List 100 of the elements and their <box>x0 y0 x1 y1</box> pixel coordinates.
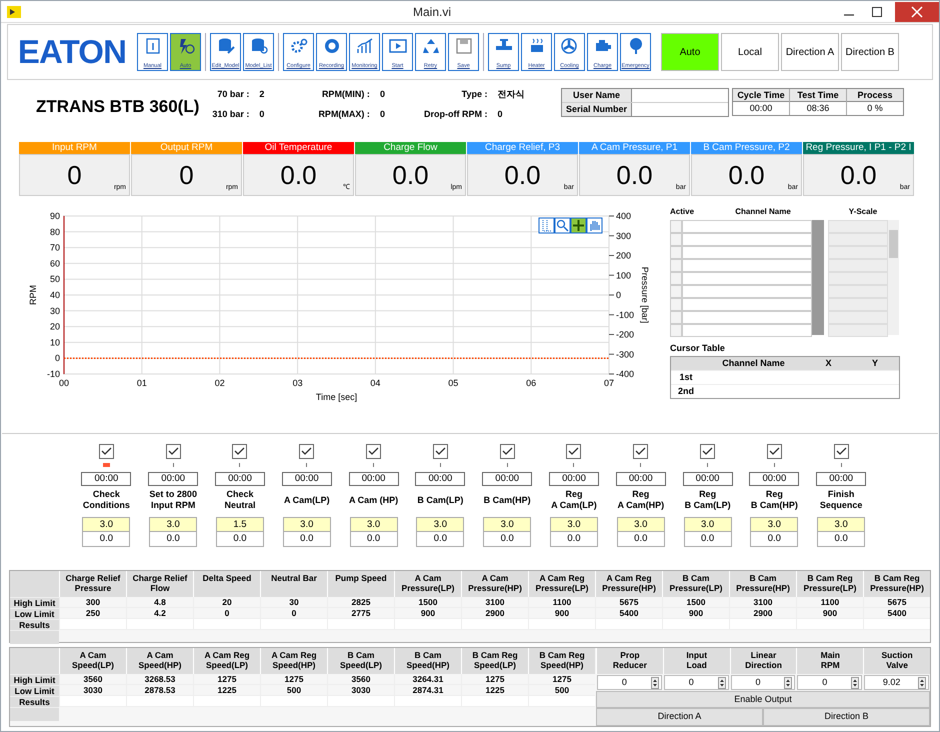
y-scale-cell[interactable] <box>828 324 888 337</box>
step-checkbox[interactable] <box>500 444 515 459</box>
step-checkbox[interactable] <box>432 444 448 459</box>
column-header: Neutral Bar <box>260 571 327 597</box>
y-scale-cell[interactable] <box>828 220 888 233</box>
spinner-arrows-icon[interactable] <box>784 676 792 688</box>
direction-button[interactable]: Direction B <box>763 708 930 726</box>
numeric-spinner[interactable]: 0 <box>664 675 729 690</box>
y2-tick-label: 100 <box>616 270 632 280</box>
zoom-icon[interactable] <box>554 218 570 234</box>
step-target-field[interactable]: 3.0 <box>684 517 732 532</box>
info-label: Serial Number <box>562 103 632 116</box>
cursor-tool-icon[interactable] <box>538 218 554 234</box>
gauge-header: Charge Flow <box>355 142 466 154</box>
table-cell: 2825 <box>327 597 394 608</box>
step-checkbox[interactable] <box>633 444 648 459</box>
y-scale-cell[interactable] <box>828 311 888 324</box>
step-checkbox[interactable] <box>98 444 114 459</box>
step-time-field: 00:00 <box>548 472 599 486</box>
column-header: A Cam Speed(LP) <box>59 648 126 674</box>
table-cell: 300 <box>59 597 126 608</box>
step-checkbox[interactable] <box>834 444 849 459</box>
step-target-field[interactable]: 3.0 <box>550 517 598 532</box>
step-checkbox[interactable] <box>700 444 716 459</box>
y-tick-label: 90 <box>50 211 60 221</box>
app-icon <box>7 6 21 18</box>
param-value: 0 <box>259 108 266 120</box>
numeric-spinner[interactable]: 0 <box>730 675 796 690</box>
y-scale-cell[interactable] <box>828 233 888 246</box>
step-target-field[interactable]: 3.0 <box>282 517 331 532</box>
scrollbar-thumb[interactable] <box>889 230 898 258</box>
toolbar-icon <box>290 37 308 55</box>
step-checkbox[interactable] <box>166 444 181 459</box>
table-cell: 1275 <box>461 674 528 685</box>
gauge-value: 0 <box>67 162 82 188</box>
gauge-value: 0 <box>179 162 194 188</box>
step-target-field[interactable]: 3.0 <box>616 517 665 532</box>
row-label: 1st <box>678 370 694 384</box>
active-cell[interactable] <box>670 259 682 272</box>
column-header: Y <box>851 356 899 370</box>
step-target-field[interactable]: 3.0 <box>82 517 130 532</box>
column-header: A Cam Reg Pressure(HP) <box>595 571 662 597</box>
crosshair-icon[interactable] <box>570 218 586 234</box>
toolbar-icon <box>560 37 578 55</box>
direction-button[interactable]: Direction A <box>596 708 764 726</box>
numeric-spinner[interactable]: 9.02 <box>864 675 929 690</box>
step-time-field: 00:00 <box>682 472 733 486</box>
numeric-spinner[interactable]: 0 <box>597 675 662 690</box>
step-target-field[interactable]: 3.0 <box>149 517 198 532</box>
y-tick-label: 80 <box>50 226 60 237</box>
close-icon[interactable] <box>895 2 939 22</box>
step-target-field[interactable]: 1.5 <box>216 517 264 532</box>
step-checkbox[interactable] <box>366 444 382 459</box>
y-scale-cell[interactable] <box>828 298 888 311</box>
gauge-value: 0.0 <box>728 162 765 188</box>
active-cell[interactable] <box>670 298 682 311</box>
mode-button[interactable]: Auto <box>661 33 719 71</box>
active-cell[interactable] <box>670 233 682 246</box>
maximize-icon[interactable] <box>871 6 883 18</box>
step-target-field[interactable]: 3.0 <box>817 517 866 532</box>
step-checkbox[interactable] <box>232 444 248 459</box>
step-label: Finish Sequence <box>820 488 862 512</box>
y-scale-cell[interactable] <box>828 285 888 298</box>
scrollbar[interactable] <box>888 220 899 335</box>
table-cell: 1275 <box>260 674 327 685</box>
mode-button[interactable]: Direction B <box>841 33 899 71</box>
y-tick-label: 70 <box>50 242 60 253</box>
active-cell[interactable] <box>670 311 682 324</box>
mode-button[interactable]: Direction A <box>781 33 839 71</box>
active-cell[interactable] <box>670 272 682 285</box>
step-target-field[interactable]: 3.0 <box>483 517 532 532</box>
y-scale-cell[interactable] <box>828 246 888 259</box>
step-checkbox[interactable] <box>299 444 314 459</box>
step-time-field: 00:00 <box>348 472 399 486</box>
numeric-spinner[interactable]: 0 <box>797 675 862 690</box>
enable-output-button[interactable]: Enable Output <box>596 691 930 708</box>
step-checkbox[interactable] <box>766 444 782 459</box>
spinner-arrows-icon[interactable] <box>918 676 926 688</box>
y-scale-cell[interactable] <box>828 259 888 272</box>
step-target-field[interactable]: 3.0 <box>416 517 464 532</box>
x-tick-label: 02 <box>214 378 225 388</box>
spinner-arrows-icon[interactable] <box>650 676 659 688</box>
column-header: A Cam Pressure(HP) <box>461 571 528 597</box>
table-cell: 1100 <box>796 597 863 608</box>
gauge-value: 0.0 <box>504 162 541 188</box>
active-cell[interactable] <box>670 220 682 233</box>
step-target-field[interactable]: 3.0 <box>350 517 398 532</box>
timer-value: 08:36 <box>806 102 830 115</box>
cursor-table-title: Cursor Table <box>670 342 726 355</box>
active-cell[interactable] <box>670 246 682 259</box>
spinner-arrows-icon[interactable] <box>718 676 726 688</box>
y2-tick-label: -400 <box>616 369 634 379</box>
mode-button[interactable]: Local <box>721 33 779 71</box>
spinner-arrows-icon[interactable] <box>851 676 860 688</box>
active-cell[interactable] <box>670 324 682 337</box>
step-actual-field: 0.0 <box>82 532 130 547</box>
active-cell[interactable] <box>670 285 682 298</box>
step-checkbox[interactable] <box>566 444 582 459</box>
step-target-field[interactable]: 3.0 <box>750 517 798 532</box>
y-scale-cell[interactable] <box>828 272 888 285</box>
